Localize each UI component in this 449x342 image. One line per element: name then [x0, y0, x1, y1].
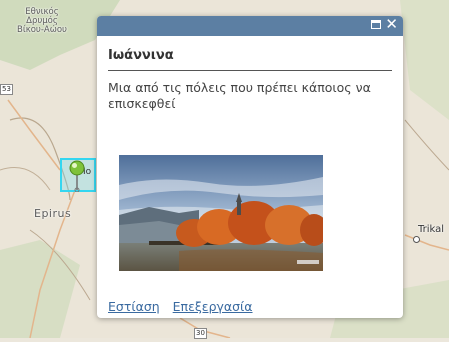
- popup-photo: [119, 155, 323, 271]
- map-pin-icon[interactable]: [68, 160, 86, 192]
- zoom-to-link[interactable]: Εστίαση: [108, 299, 160, 314]
- popup-title-bar: ✕: [97, 16, 403, 36]
- road-shield: 53: [0, 84, 13, 95]
- region-label: Epirus: [34, 207, 72, 220]
- maximize-icon[interactable]: [371, 20, 381, 29]
- park-label: Εθνικός Δρυμός Βίκου-Αώου: [17, 7, 67, 35]
- popup-title: Ιωάννινα: [108, 48, 392, 71]
- close-icon[interactable]: ✕: [385, 17, 398, 32]
- road-shield: 30: [194, 328, 207, 339]
- city-label-trikala: Trikal: [418, 224, 445, 235]
- city-dot-icon: [413, 236, 420, 243]
- popup-actions: Εστίαση Επεξεργασία: [108, 299, 262, 314]
- edit-link[interactable]: Επεξεργασία: [173, 299, 253, 314]
- popup-content: Ιωάννινα Μια από τις πόλεις που πρέπει κ…: [97, 36, 403, 112]
- popup-description: Μια από τις πόλεις που πρέπει κάποιος να…: [108, 80, 371, 111]
- feature-popup: ✕ Ιωάννινα Μια από τις πόλεις που πρέπει…: [97, 16, 403, 318]
